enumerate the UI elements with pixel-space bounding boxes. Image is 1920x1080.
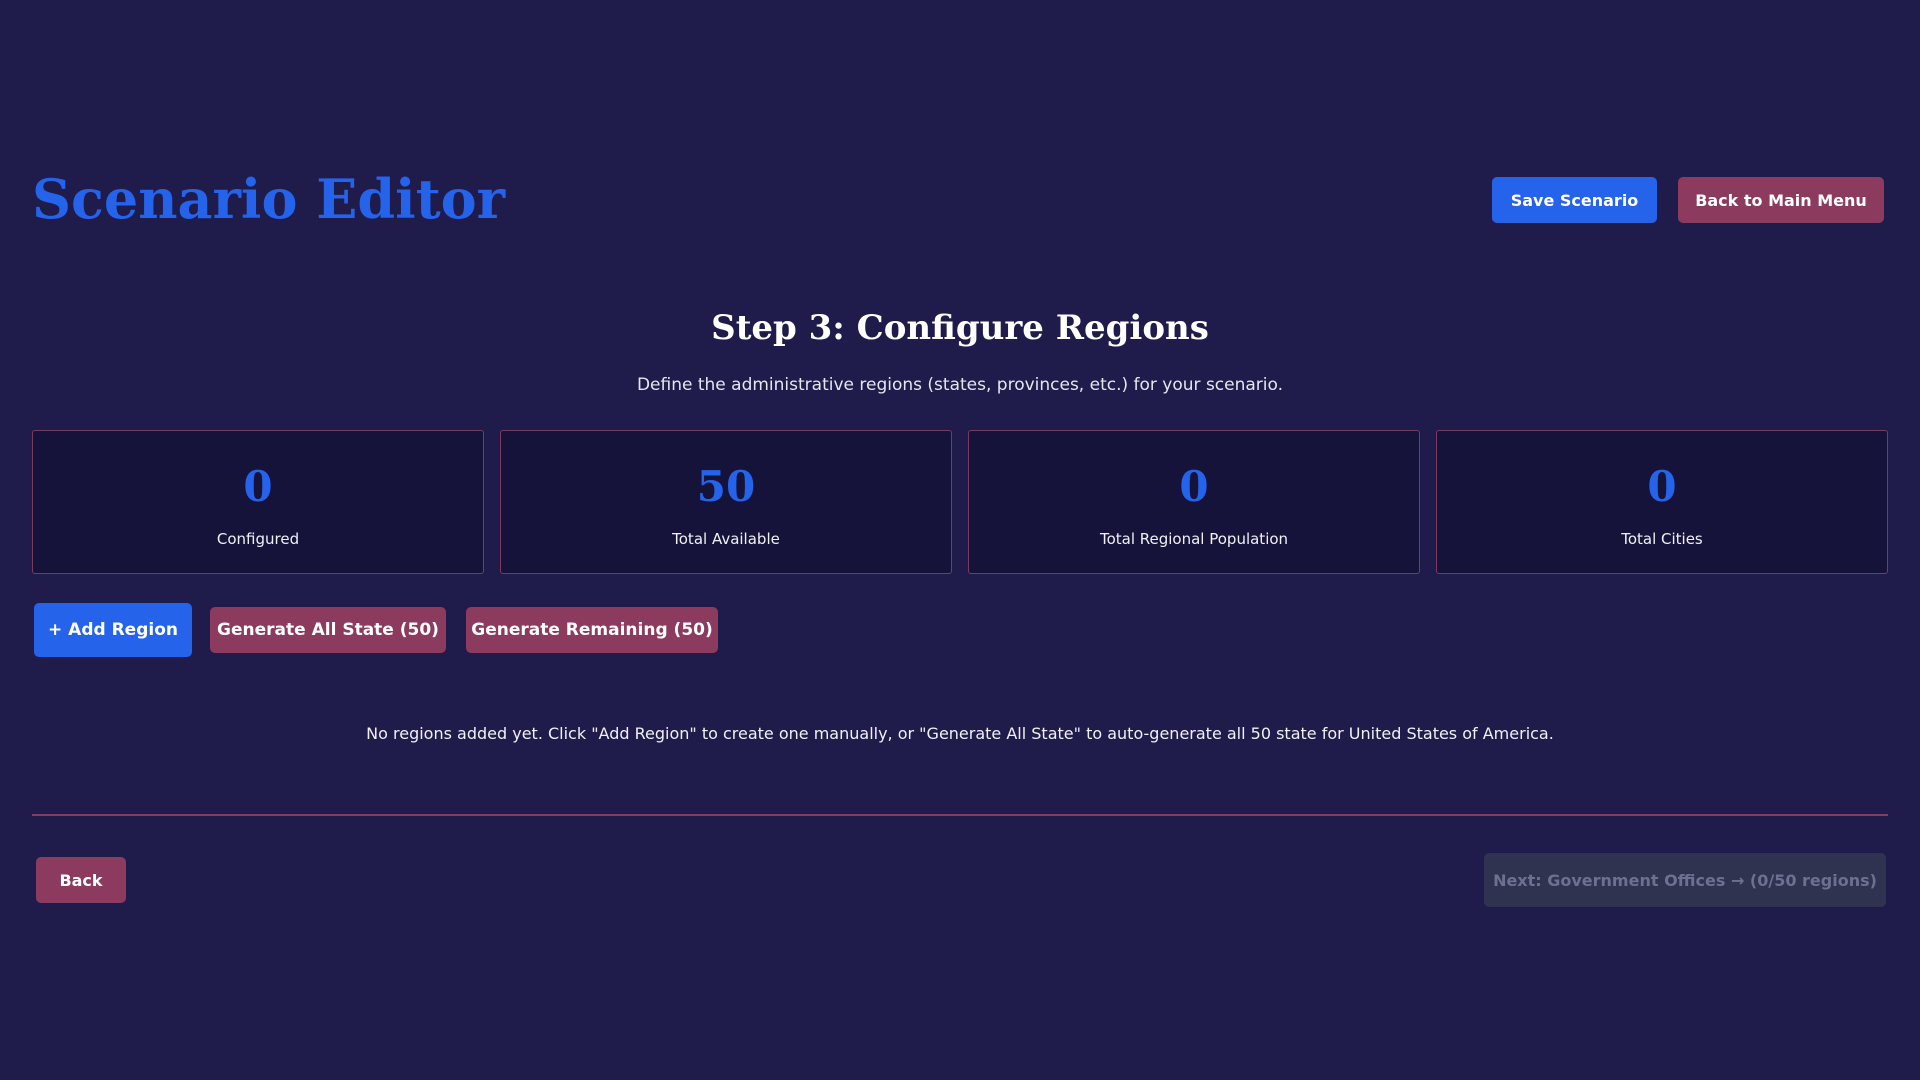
stat-label: Total Cities	[1621, 530, 1703, 548]
save-scenario-button[interactable]: Save Scenario	[1492, 177, 1657, 223]
scenario-editor-page: Scenario Editor Save Scenario Back to Ma…	[0, 0, 1920, 1080]
page-title: Scenario Editor	[32, 167, 506, 231]
add-region-button[interactable]: + Add Region	[34, 603, 192, 657]
stat-value: 50	[696, 462, 756, 511]
back-to-main-menu-button[interactable]: Back to Main Menu	[1678, 177, 1884, 223]
stat-value: 0	[243, 462, 273, 511]
step-title: Step 3: Configure Regions	[711, 308, 1209, 348]
divider	[32, 814, 1888, 816]
back-button[interactable]: Back	[36, 857, 126, 903]
stat-label: Total Available	[672, 530, 780, 548]
stat-value: 0	[1179, 462, 1209, 511]
generate-all-state-button[interactable]: Generate All State (50)	[210, 607, 446, 653]
stat-label: Total Regional Population	[1099, 530, 1289, 548]
stat-card-total-available: 50 Total Available	[500, 430, 952, 574]
step-description: Define the administrative regions (state…	[636, 375, 1284, 395]
stat-card-configured: 0 Configured	[32, 430, 484, 574]
stat-card-total-regional-population: 0 Total Regional Population	[968, 430, 1420, 574]
stat-label: Configured	[216, 530, 300, 548]
next-government-offices-button[interactable]: Next: Government Offices → (0/50 regions…	[1484, 853, 1886, 907]
empty-regions-message: No regions added yet. Click "Add Region"…	[366, 724, 1554, 743]
generate-remaining-button[interactable]: Generate Remaining (50)	[466, 607, 718, 653]
stat-card-total-cities: 0 Total Cities	[1436, 430, 1888, 574]
stat-value: 0	[1647, 462, 1677, 511]
